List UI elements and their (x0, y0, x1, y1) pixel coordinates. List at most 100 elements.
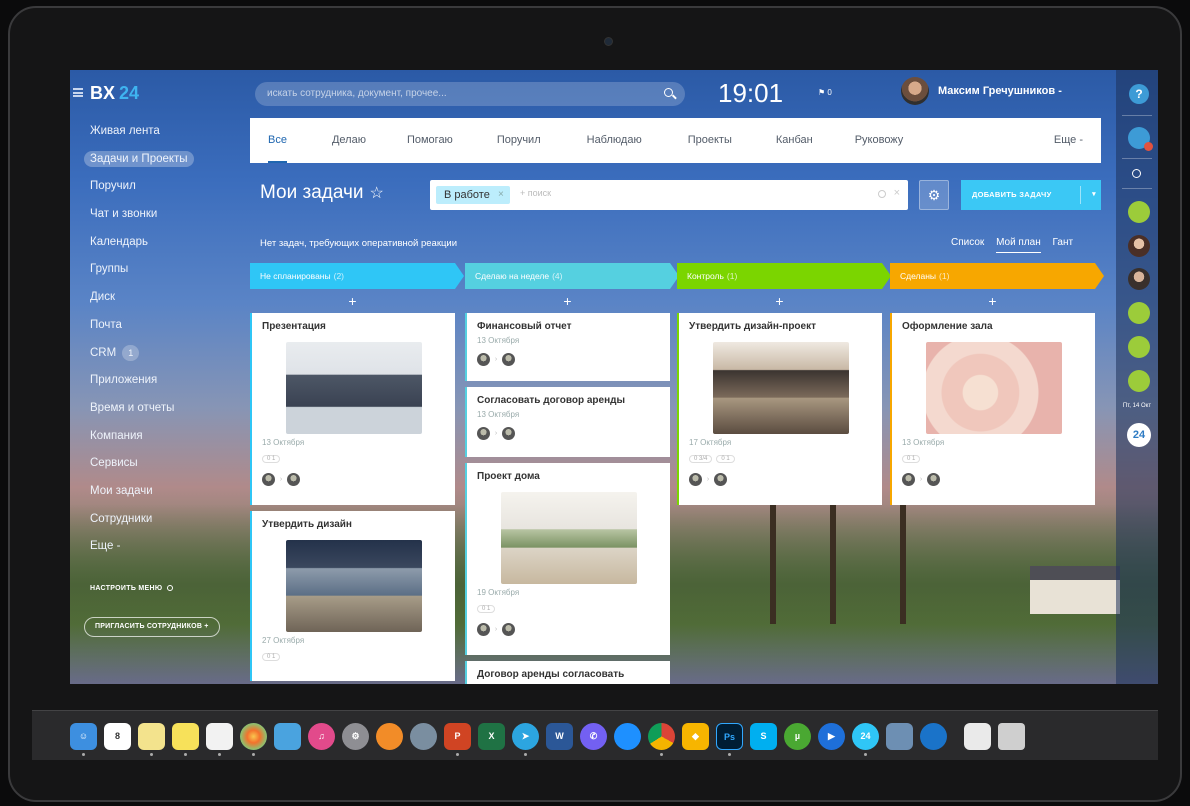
preview-icon[interactable] (274, 723, 301, 750)
search-icon[interactable] (664, 88, 673, 97)
menu-item-assigned[interactable]: Поручил (84, 178, 194, 206)
bitrix24-icon[interactable]: 24 (1127, 423, 1151, 447)
tab-helping[interactable]: Помогаю (407, 118, 453, 163)
tab-projects[interactable]: Проекты (688, 118, 732, 163)
finder-window-icon[interactable] (964, 723, 991, 750)
contact-avatar[interactable] (1128, 268, 1150, 290)
menu-item-my-tasks[interactable]: Мои задачи (84, 483, 194, 511)
safari-icon[interactable] (614, 723, 641, 750)
tab-kanban[interactable]: Канбан (776, 118, 813, 163)
finder-icon[interactable]: ☺ (70, 723, 97, 750)
invite-employees-button[interactable]: ПРИГЛАСИТЬ СОТРУДНИКОВ + (84, 617, 220, 637)
user-menu[interactable]: Максим Гречушников - (938, 85, 1062, 97)
bitrix24-logo[interactable]: BX 24 (90, 83, 139, 104)
menu-item-drive[interactable]: Диск (84, 289, 194, 317)
user-avatar[interactable] (901, 77, 929, 105)
photos-icon[interactable] (240, 723, 267, 750)
filter-chip[interactable]: В работе × (436, 186, 510, 204)
menu-item-chat-calls[interactable]: Чат и звонки (84, 206, 194, 234)
task-filter-input[interactable]: В работе × + поиск × (430, 180, 908, 210)
notifications-bell-icon[interactable] (1128, 127, 1153, 151)
task-card[interactable]: Проект дома 19 Октября 0 1 › (465, 463, 670, 655)
ibooks-icon[interactable] (376, 723, 403, 750)
chevron-down-icon[interactable]: ▾ (1092, 180, 1096, 210)
add-card-button[interactable]: + (250, 289, 455, 313)
menu-item-live-feed[interactable]: Живая лента (84, 123, 194, 151)
menu-item-crm[interactable]: CRM 1 (84, 344, 194, 373)
tab-all[interactable]: Все (268, 118, 287, 163)
search-icon[interactable] (878, 190, 886, 198)
contact-avatar[interactable] (1128, 235, 1150, 257)
view-list[interactable]: Список (951, 237, 984, 248)
notes-icon[interactable] (138, 723, 165, 750)
add-task-button[interactable]: ДОБАВИТЬ ЗАДАЧУ ▾ (961, 180, 1101, 210)
user-chat-icon[interactable] (1128, 336, 1150, 358)
excel-icon[interactable]: X (478, 723, 505, 750)
task-card[interactable]: Договор аренды согласовать (465, 661, 670, 684)
trash-icon[interactable] (998, 723, 1025, 750)
menu-item-apps[interactable]: Приложения (84, 372, 194, 400)
tab-watching[interactable]: Наблюдаю (587, 118, 642, 163)
search-icon[interactable] (1132, 169, 1141, 178)
tab-supervising[interactable]: Руковожу (855, 118, 904, 163)
flag-counter[interactable]: ⚑ 0 (818, 88, 832, 97)
word-icon[interactable]: W (546, 723, 573, 750)
skype-icon[interactable]: S (750, 723, 777, 750)
configure-menu-link[interactable]: НАСТРОИТЬ МЕНЮ (90, 585, 174, 592)
add-card-button[interactable]: + (890, 289, 1095, 313)
lock-chat-icon[interactable] (1128, 302, 1150, 324)
task-card[interactable]: Презентация 13 Октября 0 1 › (250, 313, 455, 505)
reminders-icon[interactable] (206, 723, 233, 750)
view-my-plan[interactable]: Мой план (996, 237, 1041, 253)
column-header[interactable]: Сделаю на неделе (4) (465, 263, 679, 289)
add-card-button[interactable]: + (465, 289, 670, 313)
task-card[interactable]: Оформление зала 13 Октября 0 1 › (890, 313, 1095, 505)
tab-doing[interactable]: Делаю (332, 118, 366, 163)
clock[interactable]: 19:01 (718, 78, 783, 109)
photoshop-icon[interactable]: Ps (716, 723, 743, 750)
sketch-icon[interactable]: ◆ (682, 723, 709, 750)
chrome-icon[interactable] (648, 723, 675, 750)
itunes-icon[interactable]: ♫ (308, 723, 335, 750)
help-icon[interactable]: ? (1129, 84, 1149, 104)
close-icon[interactable]: × (894, 187, 900, 199)
powerpoint-icon[interactable]: P (444, 723, 471, 750)
menu-item-services[interactable]: Сервисы (84, 455, 194, 483)
telegram-icon[interactable]: ➤ (512, 723, 539, 750)
column-header[interactable]: Сделаны (1) (890, 263, 1104, 289)
menu-toggle-icon[interactable] (73, 88, 83, 97)
launchpad-icon[interactable] (410, 723, 437, 750)
calendar-icon[interactable]: 8 (104, 723, 131, 750)
bitrix24-dock-icon[interactable]: 24 (852, 723, 879, 750)
lock-chat-icon[interactable] (1128, 201, 1150, 223)
favorite-star-icon[interactable]: ☆ (370, 185, 384, 202)
chip-close-icon[interactable]: × (498, 186, 504, 204)
viber-icon[interactable]: ✆ (580, 723, 607, 750)
menu-item-mail[interactable]: Почта (84, 317, 194, 345)
user-chat-icon[interactable] (1128, 370, 1150, 392)
menu-item-tasks-projects[interactable]: Задачи и Проекты (84, 150, 194, 179)
network-icon[interactable] (920, 723, 947, 750)
column-header[interactable]: Контроль (1) (677, 263, 891, 289)
task-card[interactable]: Утвердить дизайн 27 Октября 0 1 (250, 511, 455, 681)
utorrent-icon[interactable]: µ (784, 723, 811, 750)
settings-gear-button[interactable]: ⚙ (919, 180, 949, 210)
task-card[interactable]: Финансовый отчет 13 Октября › (465, 313, 670, 381)
menu-item-groups[interactable]: Группы (84, 261, 194, 289)
task-card[interactable]: Утвердить дизайн-проект 17 Октября 0 3/4… (677, 313, 882, 505)
tab-more[interactable]: Еще - (1054, 118, 1083, 163)
menu-item-calendar[interactable]: Календарь (84, 234, 194, 262)
image-viewer-icon[interactable] (886, 723, 913, 750)
system-preferences-icon[interactable]: ⚙ (342, 723, 369, 750)
menu-item-company[interactable]: Компания (84, 428, 194, 456)
global-search-input[interactable]: искать сотрудника, документ, прочее... (255, 82, 685, 106)
view-gantt[interactable]: Гант (1053, 237, 1074, 248)
tab-assigned[interactable]: Поручил (497, 118, 541, 163)
menu-item-more[interactable]: Еще - (84, 538, 194, 566)
stickies-icon[interactable] (172, 723, 199, 750)
task-card[interactable]: Согласовать договор аренды 13 Октября › (465, 387, 670, 457)
column-header[interactable]: Не спланированы (2) (250, 263, 464, 289)
quicktime-icon[interactable]: ▶ (818, 723, 845, 750)
add-card-button[interactable]: + (677, 289, 882, 313)
menu-item-employees[interactable]: Сотрудники (84, 511, 194, 539)
